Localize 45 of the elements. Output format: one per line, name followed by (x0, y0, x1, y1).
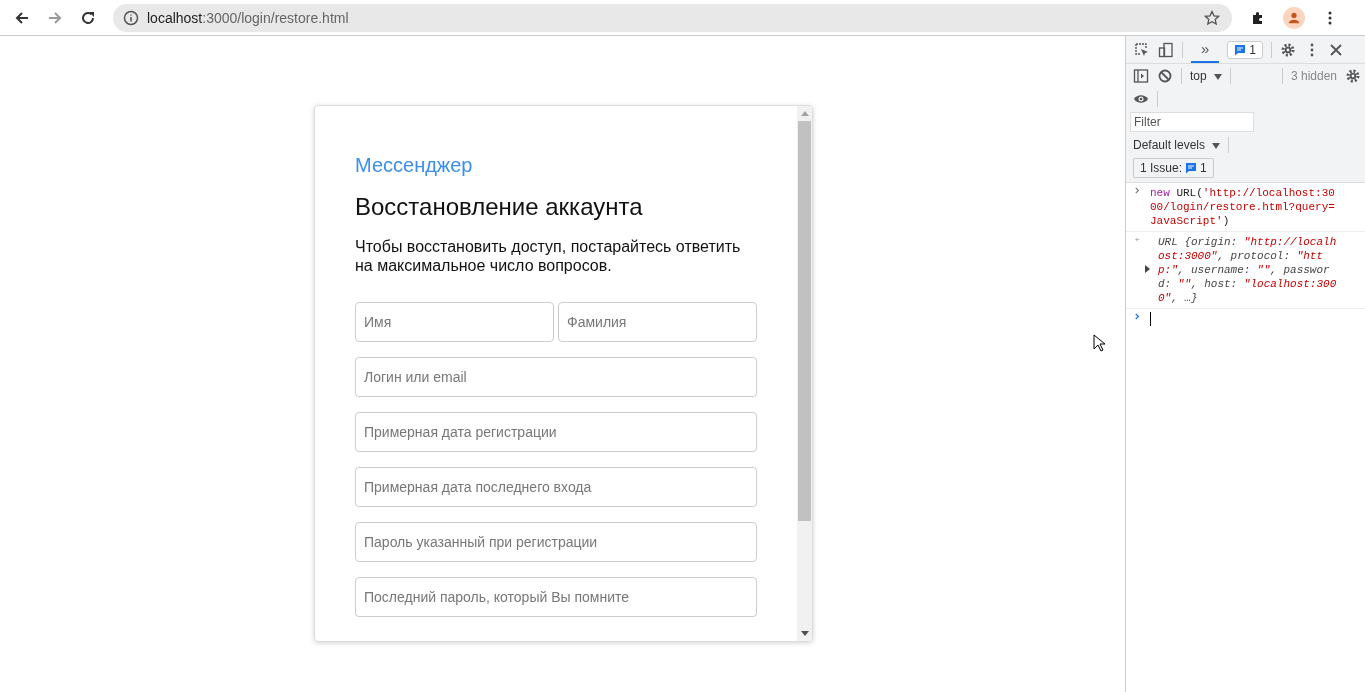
prompt-icon (1134, 313, 1141, 320)
input-field[interactable]: Последний пароль, который Вы помните (355, 577, 757, 617)
input-field[interactable]: Примерная дата последнего входа (355, 467, 757, 507)
scroll-down-icon[interactable] (800, 631, 809, 636)
settings-icon[interactable] (1280, 41, 1297, 58)
return-arrow-icon (1134, 236, 1141, 243)
description-text: Чтобы восстановить доступ, постарайтесь ответить на максимальное число вопросов. (355, 237, 742, 275)
forward-icon[interactable] (47, 9, 63, 26)
context-dropdown[interactable]: top (1190, 69, 1222, 83)
console-settings-icon[interactable] (1345, 68, 1361, 84)
message-icon (1234, 43, 1247, 56)
issues-button[interactable]: 1 Issue: 1 (1133, 158, 1214, 178)
hidden-count: 3 hidden (1290, 69, 1337, 83)
inspect-icon[interactable] (1134, 41, 1150, 58)
profile-avatar[interactable] (1283, 6, 1305, 29)
brand-title: Мессенджер (355, 154, 474, 177)
console-code: new URL('http://localhost:3000/login/restore.html?query=JavaScript') (1150, 186, 1336, 228)
console-code: URL {origin: "http://localhost:3000", protocol: "http:", username: "", password: "", host: "localhost:3000", …} (1157, 235, 1338, 305)
star-icon[interactable] (1204, 9, 1220, 26)
levels-dropdown[interactable]: Default levels (1133, 138, 1221, 152)
clear-console-icon[interactable] (1157, 68, 1173, 84)
chevron-icon (1134, 187, 1141, 194)
input-field[interactable]: Фамилия (558, 302, 757, 342)
address-bar[interactable]: localhost:3000/login/restore.html (113, 3, 1232, 32)
page-heading: Восстановление аккаунта (355, 193, 644, 221)
input-field[interactable]: Примерная дата регистрации (355, 412, 757, 452)
message-icon (1185, 162, 1198, 174)
input-field[interactable]: Логин или email (355, 357, 757, 397)
device-toolbar-icon[interactable] (1158, 41, 1174, 58)
issues-badge[interactable]: 1 (1227, 40, 1264, 59)
dropdown-caret-icon (1212, 142, 1221, 149)
filter-field[interactable]: Filter (1130, 112, 1254, 132)
scrollbar[interactable] (797, 106, 812, 641)
back-icon[interactable] (14, 9, 30, 26)
reload-icon[interactable] (80, 9, 96, 26)
close-icon[interactable] (1328, 41, 1345, 58)
scrollbar-thumb[interactable] (798, 121, 811, 521)
expand-triangle-icon[interactable] (1145, 265, 1150, 273)
sidebar-toggle-icon[interactable] (1133, 68, 1149, 84)
url-text: localhost:3000/login/restore.html (147, 9, 350, 26)
input-field[interactable]: Пароль указанный при регистрации (355, 522, 757, 562)
dropdown-caret-icon (1214, 73, 1222, 80)
info-icon (123, 9, 139, 26)
mouse-cursor-icon (1093, 334, 1105, 352)
input-field[interactable]: Имя (355, 302, 554, 342)
